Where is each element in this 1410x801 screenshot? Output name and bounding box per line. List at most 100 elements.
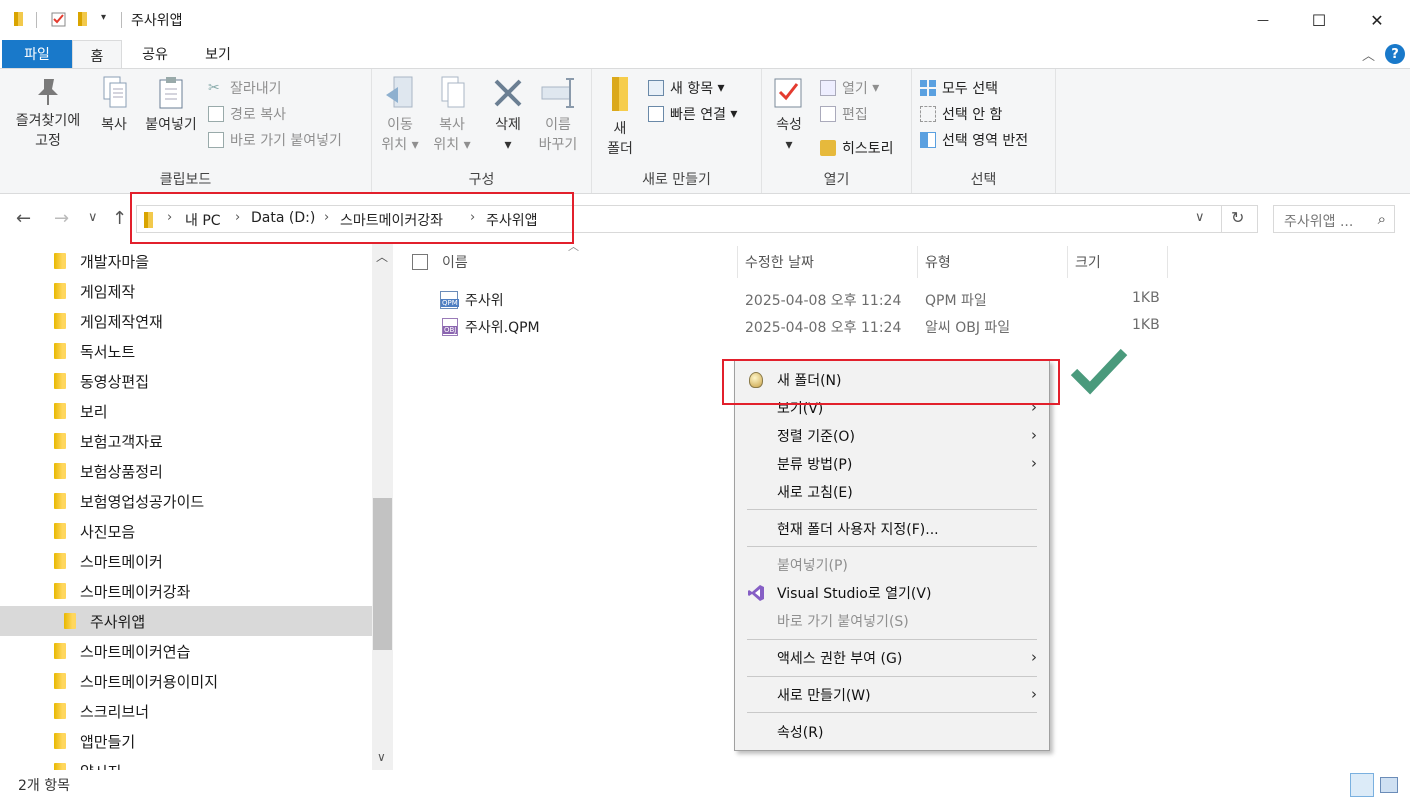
column-divider[interactable]: [1167, 246, 1168, 278]
file-row[interactable]: QPM 주사위 2025-04-08 오후 11:24 QPM 파일 1KB: [436, 287, 1168, 313]
column-header-type[interactable]: 유형: [925, 252, 951, 272]
tree-item[interactable]: 개발자마을: [0, 246, 372, 276]
history-button[interactable]: 히스토리: [820, 137, 894, 159]
folder-icon: [54, 523, 66, 539]
ctx-item-give-access[interactable]: 액세스 권한 부여 (G) ›: [735, 644, 1049, 672]
tree-item[interactable]: 게임제작연재: [0, 306, 372, 336]
column-divider[interactable]: [917, 246, 918, 278]
new-item-button[interactable]: 새 항목 ▾: [648, 77, 725, 99]
move-to-button[interactable]: 이동 위치 ▾: [380, 75, 420, 155]
tree-item-label: 주사위앱: [90, 612, 146, 631]
properties-button[interactable]: 속성 ▾: [768, 75, 810, 155]
select-all-checkbox[interactable]: [412, 254, 428, 270]
tree-item[interactable]: 약시지: [0, 756, 372, 770]
tree-item[interactable]: 동영상편집: [0, 366, 372, 396]
select-all-button[interactable]: 모두 선택: [920, 77, 998, 99]
menu-separator: [747, 509, 1037, 510]
scroll-down-chevron-icon[interactable]: ∨: [377, 750, 386, 764]
submenu-chevron-icon: ›: [1031, 648, 1037, 666]
details-view-icon[interactable]: [1350, 773, 1374, 797]
easy-access-icon: [648, 106, 664, 122]
collapse-ribbon-icon[interactable]: ︿: [1362, 45, 1375, 64]
tree-item[interactable]: 보리: [0, 396, 372, 426]
refresh-icon[interactable]: ↻: [1231, 208, 1244, 227]
large-icons-view-icon[interactable]: [1380, 777, 1398, 793]
paste-shortcut-button[interactable]: 바로 가기 붙여넣기: [208, 129, 342, 151]
tab-view[interactable]: 보기: [190, 40, 246, 68]
ctx-item-new[interactable]: 새로 만들기(W) ›: [735, 681, 1049, 709]
column-header-name[interactable]: 이름: [442, 252, 468, 272]
tree-item[interactable]: 보험영업성공가이드: [0, 486, 372, 516]
minimize-button[interactable]: —: [1240, 0, 1286, 40]
copy-button[interactable]: 복사: [94, 75, 134, 135]
file-name: 주사위: [465, 293, 504, 309]
open-button[interactable]: 열기 ▾: [820, 77, 879, 99]
copy-path-button[interactable]: 경로 복사: [208, 103, 286, 125]
column-header-size[interactable]: 크기: [1075, 252, 1101, 272]
customize-qat-icon[interactable]: ▾: [101, 12, 106, 23]
paste-button[interactable]: 붙여넣기: [140, 75, 202, 135]
invert-selection-button[interactable]: 선택 영역 반전: [920, 129, 1028, 151]
select-none-icon: [920, 106, 936, 122]
organize-group: 이동 위치 ▾ 복사 위치 ▾ 삭제 ▾ 이름 바꾸기 구성: [372, 69, 592, 193]
tree-item[interactable]: 사진모음: [0, 516, 372, 546]
copy-to-button[interactable]: 복사 위치 ▾: [430, 75, 474, 155]
new-folder-icon[interactable]: [76, 11, 92, 27]
edit-button[interactable]: 편집: [820, 103, 868, 125]
folder-icon: [54, 463, 66, 479]
select-none-button[interactable]: 선택 안 함: [920, 103, 1002, 125]
ctx-item-open-visual-studio[interactable]: Visual Studio로 열기(V): [735, 579, 1049, 607]
invert-selection-icon: [920, 132, 936, 148]
tree-item[interactable]: 보험상품정리: [0, 456, 372, 486]
tree-item[interactable]: 보험고객자료: [0, 426, 372, 456]
help-icon[interactable]: ?: [1385, 44, 1405, 64]
tree-item[interactable]: 스마트메이커: [0, 546, 372, 576]
tab-share[interactable]: 공유: [128, 40, 182, 68]
scroll-up-chevron-icon[interactable]: ︿: [376, 248, 388, 265]
back-arrow-icon[interactable]: ←: [16, 208, 31, 229]
file-row[interactable]: OBJ 주사위.QPM 2025-04-08 오후 11:24 알씨 OBJ 파…: [436, 314, 1168, 340]
ctx-item-label: 붙여넣기(P): [777, 558, 848, 574]
tree-item[interactable]: 스마트메이커강좌: [0, 576, 372, 606]
tree-item[interactable]: 주사위앱: [0, 606, 372, 636]
new-item-icon: [648, 80, 664, 96]
ctx-item-refresh[interactable]: 새로 고침(E): [735, 478, 1049, 506]
tree-item[interactable]: 스마트메이커연습: [0, 636, 372, 666]
folder-icon: [612, 77, 628, 111]
pin-to-quick-access-button[interactable]: 즐겨찾기에 고정: [6, 75, 90, 151]
column-divider[interactable]: [1067, 246, 1068, 278]
ctx-item-label: 분류 방법(P): [777, 457, 853, 473]
ctx-item-group-by[interactable]: 분류 방법(P) ›: [735, 450, 1049, 478]
tab-home[interactable]: 홈: [72, 40, 122, 70]
delete-button[interactable]: 삭제 ▾: [488, 75, 528, 155]
ctx-item-customize-folder[interactable]: 현재 폴더 사용자 지정(F)...: [735, 515, 1049, 543]
folder-icon: [54, 583, 66, 599]
tree-item[interactable]: 스마트메이커용이미지: [0, 666, 372, 696]
rename-button[interactable]: 이름 바꾸기: [534, 75, 582, 155]
tree-item[interactable]: 스크리브너: [0, 696, 372, 726]
column-header-date[interactable]: 수정한 날짜: [745, 252, 814, 272]
tree-item[interactable]: 독서노트: [0, 336, 372, 366]
properties-icon[interactable]: [51, 11, 67, 27]
tab-file[interactable]: 파일: [2, 40, 72, 68]
tree-item-label: 약시지: [80, 761, 121, 771]
new-folder-button[interactable]: 새 폴더: [600, 75, 640, 159]
new-group-label: 새로 만들기: [642, 172, 711, 188]
forward-arrow-icon[interactable]: →: [54, 208, 69, 229]
search-box[interactable]: 주사위앱 ... ⌕: [1273, 205, 1395, 233]
recent-locations-chevron-icon[interactable]: ∨: [88, 210, 98, 225]
column-divider[interactable]: [737, 246, 738, 278]
navigation-scrollbar-thumb[interactable]: [373, 498, 392, 650]
address-dropdown-chevron-icon[interactable]: ∨: [1195, 210, 1205, 225]
tree-item[interactable]: 게임제작: [0, 276, 372, 306]
ctx-item-label: 새로 고침(E): [777, 485, 853, 501]
cut-button[interactable]: ✂ 잘라내기: [208, 77, 282, 99]
ctx-item-properties[interactable]: 속성(R): [735, 718, 1049, 746]
file-size: 1KB: [1132, 317, 1160, 333]
tree-item[interactable]: 앱만들기: [0, 726, 372, 756]
close-button[interactable]: ✕: [1354, 0, 1400, 40]
ctx-item-sort-by[interactable]: 정렬 기준(O) ›: [735, 422, 1049, 450]
maximize-button[interactable]: ☐: [1296, 0, 1342, 40]
easy-access-button[interactable]: 빠른 연결 ▾: [648, 103, 737, 125]
up-arrow-icon[interactable]: ↑: [112, 208, 127, 229]
